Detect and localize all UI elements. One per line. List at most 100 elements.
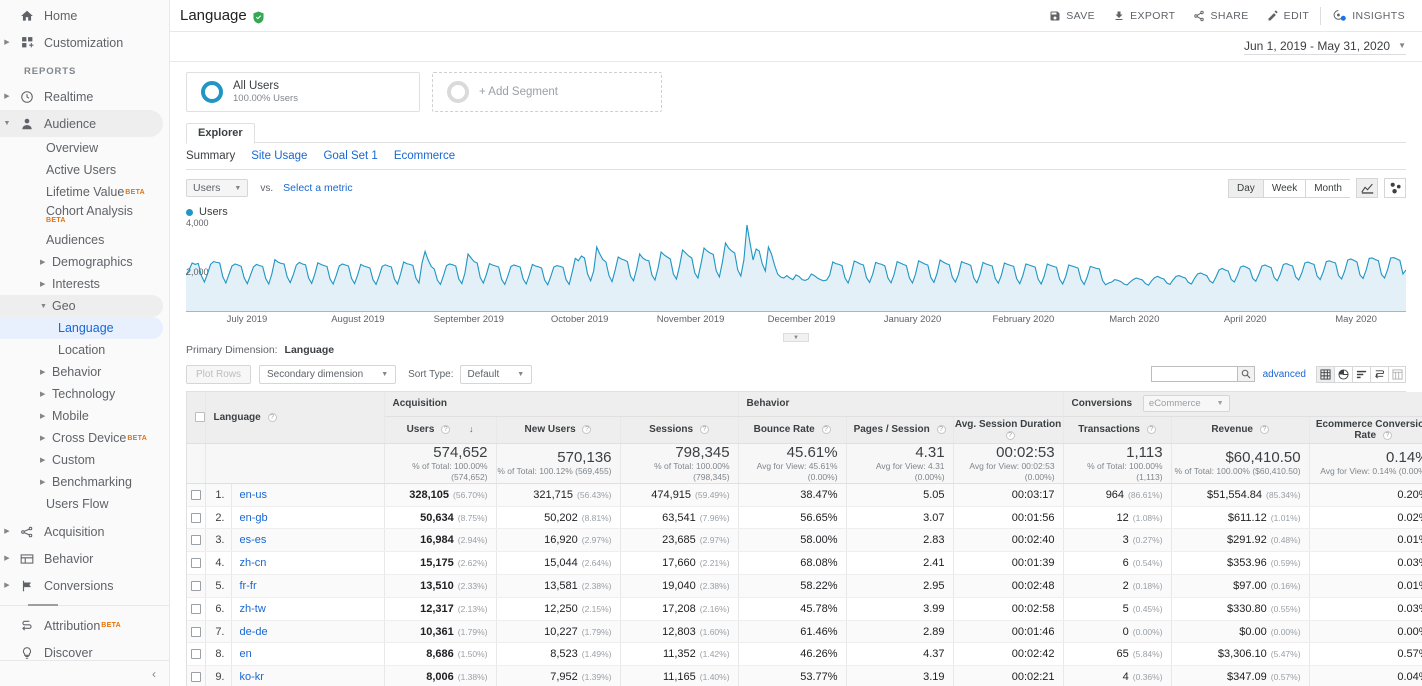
column-header-sessions[interactable]: Sessions ? xyxy=(620,416,738,443)
column-header-avg-session-duration[interactable]: Avg. Session Duration ? xyxy=(953,416,1063,443)
row-checkbox-cell[interactable] xyxy=(187,552,205,575)
row-language-link[interactable]: en xyxy=(240,648,252,660)
plot-rows-button[interactable]: Plot Rows xyxy=(186,365,251,384)
row-language-link[interactable]: fr-fr xyxy=(240,580,257,592)
table-row[interactable]: 2.en-gb50,634(8.75%)50,202(8.81%)63,541(… xyxy=(187,506,1422,529)
help-icon[interactable]: ? xyxy=(822,425,831,434)
row-dimension[interactable]: fr-fr xyxy=(231,575,384,598)
sort-type-select[interactable]: Default ▼ xyxy=(460,365,533,384)
sidebar-collapse-button[interactable]: ‹ xyxy=(0,660,170,686)
select-a-metric-link[interactable]: Select a metric xyxy=(283,182,352,194)
sidebar-item-mobile[interactable]: ▶ Mobile xyxy=(0,405,169,427)
row-checkbox-cell[interactable] xyxy=(187,666,205,686)
chart-resize-handle[interactable]: ▼ xyxy=(783,333,809,342)
search-input[interactable] xyxy=(1151,366,1237,382)
table-row[interactable]: 4.zh-cn15,175(2.62%)15,044(2.64%)17,660(… xyxy=(187,552,1422,575)
edit-button[interactable]: EDIT xyxy=(1258,1,1319,31)
tab-explorer[interactable]: Explorer xyxy=(186,123,255,144)
granularity-week-button[interactable]: Week xyxy=(1263,179,1305,198)
help-icon[interactable]: ? xyxy=(1260,425,1269,434)
help-icon[interactable]: ? xyxy=(441,425,450,434)
sidebar-item-demographics[interactable]: ▶ Demographics xyxy=(0,251,169,273)
sidebar-item-geo[interactable]: ▼ Geo xyxy=(0,295,163,317)
primary-dimension-value[interactable]: Language xyxy=(285,344,335,356)
insights-button[interactable]: INSIGHTS xyxy=(1323,1,1414,31)
help-icon[interactable]: ? xyxy=(1006,431,1015,440)
sidebar-item-customization[interactable]: ▶ Customization xyxy=(0,29,169,56)
table-row[interactable]: 5.fr-fr13,510(2.33%)13,581(2.38%)19,040(… xyxy=(187,575,1422,598)
column-header-transactions[interactable]: Transactions ? xyxy=(1063,416,1171,443)
sidebar-item-users-flow[interactable]: Users Flow xyxy=(0,493,169,515)
row-dimension[interactable]: es-es xyxy=(231,529,384,552)
row-language-link[interactable]: en-gb xyxy=(240,512,268,524)
help-icon[interactable]: ? xyxy=(582,425,591,434)
row-dimension[interactable]: zh-tw xyxy=(231,597,384,620)
select-all-checkbox-cell[interactable] xyxy=(187,392,205,443)
sidebar-item-lifetime-value[interactable]: Lifetime Value BETA xyxy=(0,181,169,203)
sidebar-item-interests[interactable]: ▶ Interests xyxy=(0,273,169,295)
sidebar-item-cross-device[interactable]: ▶ Cross Device BETA xyxy=(0,427,169,449)
row-dimension[interactable]: en-gb xyxy=(231,506,384,529)
table-row[interactable]: 6.zh-tw12,317(2.13%)12,250(2.15%)17,208(… xyxy=(187,597,1422,620)
sidebar-item-audiences[interactable]: Audiences xyxy=(0,229,169,251)
search-icon[interactable] xyxy=(1237,366,1255,382)
line-chart-icon[interactable] xyxy=(1356,178,1378,198)
row-checkbox[interactable] xyxy=(191,604,201,614)
row-language-link[interactable]: es-es xyxy=(240,534,267,546)
select-all-checkbox[interactable] xyxy=(195,412,205,422)
sidebar-item-technology[interactable]: ▶ Technology xyxy=(0,383,169,405)
table-row[interactable]: 7.de-de10,361(1.79%)10,227(1.79%)12,803(… xyxy=(187,620,1422,643)
pivot-view-icon[interactable] xyxy=(1388,366,1406,383)
sort-descending-icon[interactable]: ↓ xyxy=(469,424,474,434)
row-checkbox-cell[interactable] xyxy=(187,620,205,643)
column-header-ecommerce-conversion-rate[interactable]: Ecommerce Conversion Rate ? xyxy=(1309,416,1422,443)
tab-summary[interactable]: Summary xyxy=(186,150,235,162)
sidebar-item-benchmarking[interactable]: ▶ Benchmarking xyxy=(0,471,169,493)
motion-chart-icon[interactable] xyxy=(1384,178,1406,198)
row-dimension[interactable]: zh-cn xyxy=(231,552,384,575)
tab-ecommerce[interactable]: Ecommerce xyxy=(394,150,455,162)
metric-selector[interactable]: Users ▼ xyxy=(186,179,248,197)
sidebar-item-conversions[interactable]: ▶ Conversions xyxy=(0,572,169,599)
add-segment-button[interactable]: + Add Segment xyxy=(432,72,662,112)
row-dimension[interactable]: de-de xyxy=(231,620,384,643)
comparison-view-icon[interactable] xyxy=(1370,366,1388,383)
segment-all-users[interactable]: All Users 100.00% Users xyxy=(186,72,420,112)
granularity-month-button[interactable]: Month xyxy=(1305,179,1350,198)
row-language-link[interactable]: zh-tw xyxy=(240,603,266,615)
row-checkbox-cell[interactable] xyxy=(187,597,205,620)
sidebar-item-language[interactable]: Language xyxy=(0,317,163,339)
row-language-link[interactable]: zh-cn xyxy=(240,557,267,569)
table-row[interactable]: 8.en8,686(1.50%)8,523(1.49%)11,352(1.42%… xyxy=(187,643,1422,666)
row-checkbox-cell[interactable] xyxy=(187,575,205,598)
row-checkbox[interactable] xyxy=(191,558,201,568)
row-checkbox-cell[interactable] xyxy=(187,506,205,529)
sidebar-item-audience[interactable]: ▼ Audience xyxy=(0,110,163,137)
tab-site-usage[interactable]: Site Usage xyxy=(251,150,307,162)
row-language-link[interactable]: en-us xyxy=(240,489,268,501)
column-header-pages-session[interactable]: Pages / Session ? xyxy=(846,416,953,443)
sidebar-item-active-users[interactable]: Active Users xyxy=(0,159,169,181)
row-checkbox[interactable] xyxy=(191,490,201,500)
export-button[interactable]: EXPORT xyxy=(1104,1,1184,31)
date-range-picker[interactable]: Jun 1, 2019 - May 31, 2020 ▼ xyxy=(1244,39,1406,55)
bar-view-icon[interactable] xyxy=(1352,366,1370,383)
sidebar-item-cohort-analysis[interactable]: Cohort Analysis BETA xyxy=(0,203,169,229)
row-checkbox[interactable] xyxy=(191,649,201,659)
table-row[interactable]: 3.es-es16,984(2.94%)16,920(2.97%)23,685(… xyxy=(187,529,1422,552)
row-checkbox[interactable] xyxy=(191,581,201,591)
sidebar-item-custom[interactable]: ▶ Custom xyxy=(0,449,169,471)
users-over-time-chart[interactable]: 4,000 2,000 July 2019August 2019Septembe… xyxy=(186,220,1406,332)
row-checkbox[interactable] xyxy=(191,513,201,523)
help-icon[interactable]: ? xyxy=(1147,425,1156,434)
row-checkbox[interactable] xyxy=(191,672,201,682)
help-icon[interactable]: ? xyxy=(1383,431,1392,440)
help-icon[interactable]: ? xyxy=(268,413,277,422)
sidebar-item-realtime[interactable]: ▶ Realtime xyxy=(0,83,169,110)
column-header-revenue[interactable]: Revenue ? xyxy=(1171,416,1309,443)
column-header-new-users[interactable]: New Users ? xyxy=(496,416,620,443)
granularity-day-button[interactable]: Day xyxy=(1228,179,1263,198)
row-dimension[interactable]: en xyxy=(231,643,384,666)
advanced-link[interactable]: advanced xyxy=(1263,369,1306,380)
column-header-users[interactable]: Users ? ↓ xyxy=(384,416,496,443)
